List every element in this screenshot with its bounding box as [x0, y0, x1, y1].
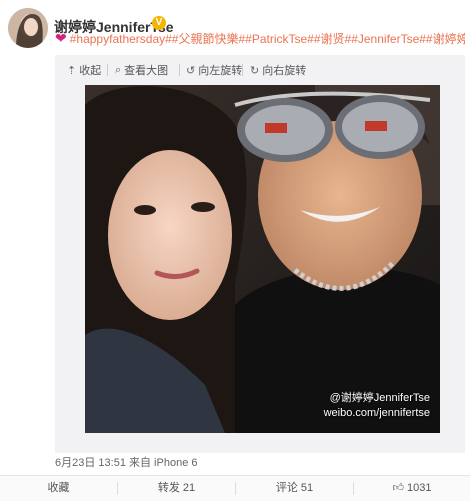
watermark-url: weibo.com/jennifertse [323, 407, 430, 419]
rotate-right-button[interactable]: ↻ 向右旋转 [250, 63, 307, 78]
collapse-label: 收起 [79, 65, 102, 77]
rotate-left-button[interactable]: ↺ 向左旋转 [186, 63, 243, 78]
like-count: 1031 [407, 482, 432, 494]
view-large-button[interactable]: ⌕ 查看大图 [115, 63, 169, 78]
post-hashtags[interactable]: #happyfathersday##父親節快樂##PatrickTse##谢贤#… [70, 32, 465, 46]
favorite-label: 收藏 [47, 482, 70, 494]
watermark-name: @谢婷婷JenniferTse [329, 392, 430, 404]
collapse-button[interactable]: ⇡ 收起 [67, 63, 102, 78]
collapse-icon: ⇡ [67, 64, 77, 77]
view-large-label: 查看大图 [124, 65, 169, 77]
avatar[interactable] [8, 8, 48, 48]
photo-watermark: @谢婷婷JenniferTse weibo.com/jennifertse [324, 391, 430, 421]
image-toolbar: ⇡ 收起 ⌕ 查看大图 ↺ 向左旋转 ↻ 向右旋转 [55, 55, 465, 83]
post-photo[interactable]: @谢婷婷JenniferTse weibo.com/jennifertse [85, 85, 440, 433]
comment-button[interactable]: 评论 51 [236, 476, 353, 501]
action-bar: 收藏 转发 21 评论 51 👍︎ 1031 [0, 475, 470, 501]
magnifier-icon: ⌕ [115, 63, 122, 76]
rotate-left-label: 向左旋转 [198, 65, 243, 77]
like-button[interactable]: 👍︎ 1031 [354, 476, 470, 501]
comment-label: 评论 51 [275, 482, 314, 494]
repost-label: 转发 21 [157, 482, 196, 494]
rotate-left-icon: ↺ [186, 64, 196, 77]
media-card: ⇡ 收起 ⌕ 查看大图 ↺ 向左旋转 ↻ 向右旋转 @谢婷婷JenniferTs… [55, 55, 465, 453]
favorite-button[interactable]: 收藏 [0, 476, 117, 501]
toolbar-divider [107, 64, 108, 76]
thumbs-up-icon: 👍︎ [392, 482, 405, 494]
heart-icon: ❤ [55, 30, 67, 46]
toolbar-divider [179, 64, 180, 76]
post-text: ❤ #happyfathersday##父親節快樂##PatrickTse##谢贤… [55, 30, 465, 50]
post-timestamp[interactable]: 6月23日 13:51 [55, 457, 126, 469]
rotate-right-icon: ↻ [250, 64, 260, 77]
avatar-image [8, 8, 48, 48]
post-source: 来自 iPhone 6 [129, 457, 198, 469]
post-meta: 6月23日 13:51 来自 iPhone 6 [55, 454, 197, 470]
verified-badge: V [152, 16, 166, 30]
repost-button[interactable]: 转发 21 [118, 476, 235, 501]
toolbar-divider [242, 64, 243, 76]
selfie-image [85, 85, 440, 433]
rotate-right-label: 向右旋转 [262, 65, 307, 77]
